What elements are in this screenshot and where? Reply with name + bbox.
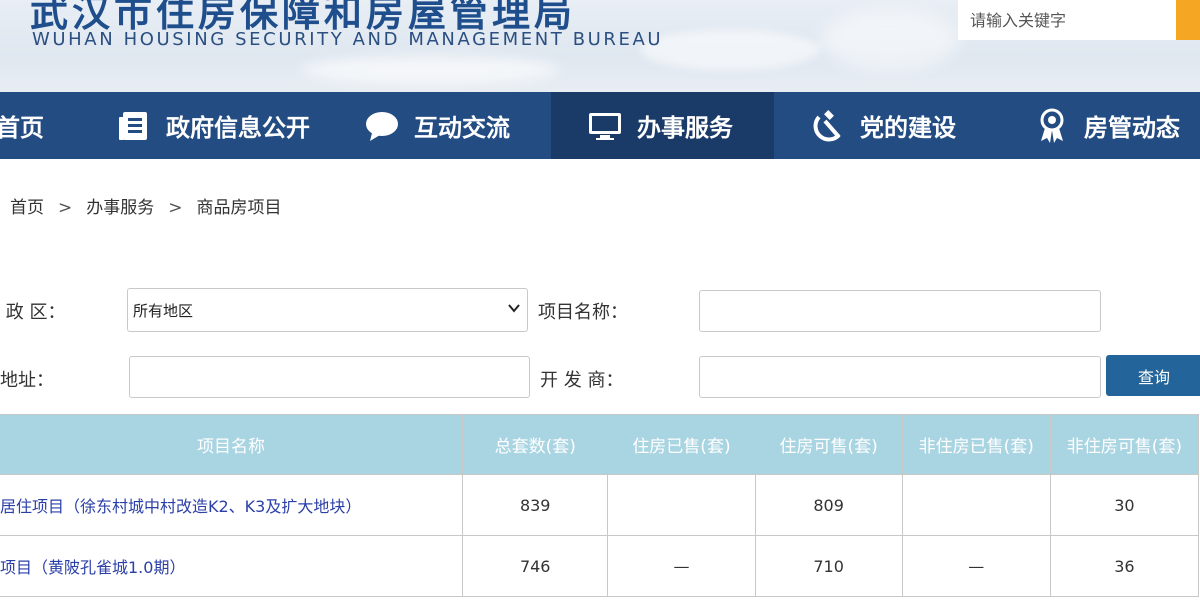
- nonresidential-sold-cell: [901, 474, 1051, 536]
- nonresidential-available-cell: 36: [1049, 535, 1200, 597]
- search-button[interactable]: [1176, 0, 1200, 40]
- nav-item-home[interactable]: 首页: [0, 92, 44, 159]
- address-label: 项目地址：: [0, 370, 54, 391]
- column-header-residential-sold: 住房已售(套): [607, 414, 756, 475]
- nav-item-label: 首页: [0, 114, 44, 142]
- nonresidential-available-cell: 30: [1049, 474, 1200, 536]
- breadcrumb-link-services[interactable]: 办事服务: [86, 193, 154, 218]
- nav-item-party-building[interactable]: 党的建设: [810, 92, 956, 159]
- project-link[interactable]: 居住项目（徐东村城中村改造K2、K3及扩大地块）: [1, 497, 362, 516]
- hammer-sickle-icon: [810, 108, 846, 144]
- residential-available-cell: 710: [754, 535, 903, 597]
- nav-item-label: 房管动态: [1084, 114, 1180, 142]
- site-header: 武汉市住房保障和房屋管理局 WUHAN HOUSING SECURITY AND…: [0, 0, 1200, 92]
- column-header-residential-available: 住房可售(套): [754, 414, 903, 475]
- project-link[interactable]: 项目（黄陂孔雀城1.0期）: [1, 558, 186, 577]
- nonresidential-sold-cell: —: [901, 535, 1051, 597]
- total-cell: 746: [462, 535, 609, 597]
- query-button[interactable]: 查询: [1106, 355, 1200, 396]
- developer-input[interactable]: [699, 356, 1101, 398]
- nav-item-interaction[interactable]: 互动交流: [364, 92, 510, 159]
- monitor-icon: [587, 108, 623, 144]
- address-input[interactable]: [129, 356, 530, 398]
- header-cloud-decoration: [820, 10, 960, 70]
- project-name-label: 项目名称：: [538, 302, 628, 323]
- district-select-value: 所有地区: [133, 301, 194, 320]
- residential-sold-cell: —: [607, 535, 756, 597]
- project-name-input[interactable]: [699, 290, 1101, 332]
- chevron-down-icon: [507, 301, 521, 319]
- table-row: 项目（黄陂孔雀城1.0期） 746 — 710 — 36: [0, 535, 1200, 597]
- residential-sold-cell: [607, 474, 756, 536]
- speech-bubble-icon: [364, 108, 400, 144]
- breadcrumb-separator: >: [58, 198, 73, 218]
- district-label: 行 政 区：: [0, 302, 66, 323]
- breadcrumb: 首页 > 办事服务 > 商品房项目: [10, 193, 282, 218]
- column-header-project-name: 项目名称: [0, 414, 464, 475]
- award-ribbon-icon: [1034, 108, 1070, 144]
- breadcrumb-link-home[interactable]: 首页: [10, 193, 44, 218]
- district-select[interactable]: 所有地区: [127, 288, 528, 332]
- header-cloud-decoration: [640, 30, 820, 70]
- project-table: 项目名称 总套数(套) 住房已售(套) 住房可售(套) 非住房已售(套) 非住房…: [0, 414, 1200, 597]
- site-subtitle: WUHAN HOUSING SECURITY AND MANAGEMENT BU…: [32, 29, 664, 50]
- column-header-nonresidential-available: 非住房可售(套): [1049, 414, 1200, 475]
- developer-label: 开 发 商：: [540, 370, 624, 391]
- total-cell: 839: [462, 474, 609, 536]
- project-name-cell: 居住项目（徐东村城中村改造K2、K3及扩大地块）: [0, 474, 464, 536]
- nav-item-label: 互动交流: [414, 114, 510, 142]
- table-header-row: 项目名称 总套数(套) 住房已售(套) 住房可售(套) 非住房已售(套) 非住房…: [0, 414, 1200, 475]
- column-header-total: 总套数(套): [462, 414, 609, 475]
- column-header-nonresidential-sold: 非住房已售(套): [901, 414, 1051, 475]
- document-list-icon: [116, 108, 152, 144]
- table-row: 居住项目（徐东村城中村改造K2、K3及扩大地块） 839 809 30: [0, 474, 1200, 536]
- header-cloud-decoration: [300, 55, 560, 85]
- search-input[interactable]: [958, 0, 1176, 40]
- breadcrumb-separator: >: [168, 198, 183, 218]
- project-name-cell: 项目（黄陂孔雀城1.0期）: [0, 535, 464, 597]
- breadcrumb-current: 商品房项目: [196, 198, 282, 218]
- nav-item-label: 办事服务: [637, 114, 733, 142]
- residential-available-cell: 809: [754, 474, 903, 536]
- nav-item-label: 党的建设: [860, 114, 956, 142]
- nav-item-gov-info[interactable]: 政府信息公开: [116, 92, 310, 159]
- nav-item-housing-news[interactable]: 房管动态: [1034, 92, 1180, 159]
- main-nav: 首页 政府信息公开 互动交流 办事服务 党的建设 房管动态: [0, 92, 1200, 159]
- nav-item-services[interactable]: 办事服务: [551, 92, 774, 159]
- nav-item-label: 政府信息公开: [166, 114, 310, 142]
